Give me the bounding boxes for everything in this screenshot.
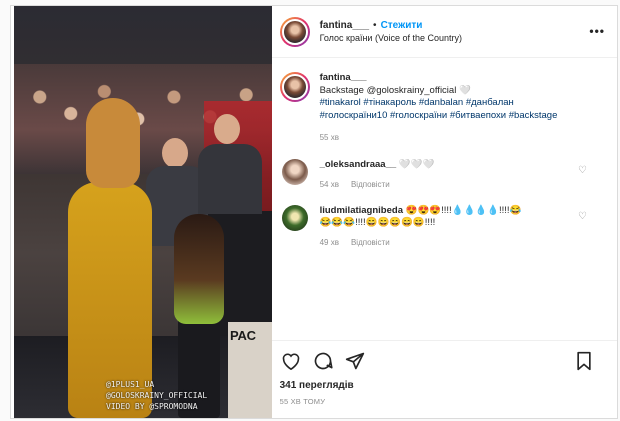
post-timestamp[interactable]: 55 ХВ ТОМУ <box>272 391 617 418</box>
comment-time[interactable]: 49 хв <box>320 237 339 249</box>
watermark-line: VIDEO BY @SPROMODNA <box>106 402 198 411</box>
author-avatar[interactable] <box>279 16 310 47</box>
view-count[interactable]: 341 переглядів <box>272 380 617 391</box>
commenter-username[interactable]: liudmilatiagnibeda <box>320 205 403 216</box>
reply-button[interactable]: Відповісти <box>351 237 390 249</box>
stage-sign-text: РАС <box>230 328 256 343</box>
separator-dot: • <box>373 20 377 31</box>
watermark-line: @GOLOSKRAINY_OFFICIAL <box>106 391 208 400</box>
comment-like-icon[interactable]: ♡ <box>578 165 587 176</box>
watermark-line: @1PLUS1_UA <box>106 380 155 389</box>
comments-list: fantina___ Backstage @goloskrainy_offici… <box>272 58 617 340</box>
commenter-avatar[interactable] <box>281 204 308 231</box>
caption-username[interactable]: fantina___ <box>320 72 367 83</box>
post-caption: fantina___ Backstage @goloskrainy_offici… <box>279 72 605 145</box>
caption-avatar[interactable] <box>279 72 310 102</box>
comment-text: 🤍🤍🤍 <box>398 158 435 170</box>
caption-time[interactable]: 55 хв <box>320 132 570 145</box>
author-username[interactable]: fantina___ <box>320 20 369 31</box>
location-link[interactable]: Голос країни (Voice of the Country) <box>320 33 462 43</box>
reply-button[interactable]: Відповісти <box>351 179 390 191</box>
comment-time[interactable]: 54 хв <box>320 179 339 191</box>
post-header: fantina___ • Стежити Голос країни (Voice… <box>271 6 617 58</box>
commenter-username[interactable]: _oleksandraaa__ <box>320 159 397 170</box>
comment-item: liudmilatiagnibeda 😍😍😍!!!!💧💧💧💧!!!!😂😂😂😂!!… <box>280 204 605 249</box>
person-judge-body <box>198 144 262 214</box>
instagram-post: РАС @1PLUS1_UA @GOLOSKRAINY_OFFICIAL VID… <box>10 5 618 419</box>
person-yellow-dress <box>62 98 158 418</box>
bookmark-icon[interactable] <box>573 350 595 372</box>
comment-like-icon[interactable]: ♡ <box>578 211 587 222</box>
follow-button[interactable]: Стежити <box>381 20 423 31</box>
person-judge-head <box>214 114 240 144</box>
more-icon[interactable]: ••• <box>589 24 605 38</box>
caption-hashtags[interactable]: #tinakarol #тінакароль #danbalan #данбал… <box>320 97 570 122</box>
share-icon[interactable] <box>344 350 366 372</box>
post-sidebar: fantina___ • Стежити Голос країни (Voice… <box>271 6 617 418</box>
video-watermark: @1PLUS1_UA @GOLOSKRAINY_OFFICIAL VIDEO B… <box>106 379 207 412</box>
commenter-avatar[interactable] <box>281 158 308 185</box>
comment-icon[interactable] <box>312 350 334 372</box>
heart-icon[interactable] <box>280 350 302 372</box>
post-video[interactable]: РАС @1PLUS1_UA @GOLOSKRAINY_OFFICIAL VID… <box>14 6 272 418</box>
post-actions <box>271 340 617 380</box>
comment-item: _oleksandraaa__ 🤍🤍🤍 54 хв Відповісти ♡ <box>280 158 605 191</box>
caption-text: Backstage @goloskrainy_official 🤍 <box>319 84 471 96</box>
